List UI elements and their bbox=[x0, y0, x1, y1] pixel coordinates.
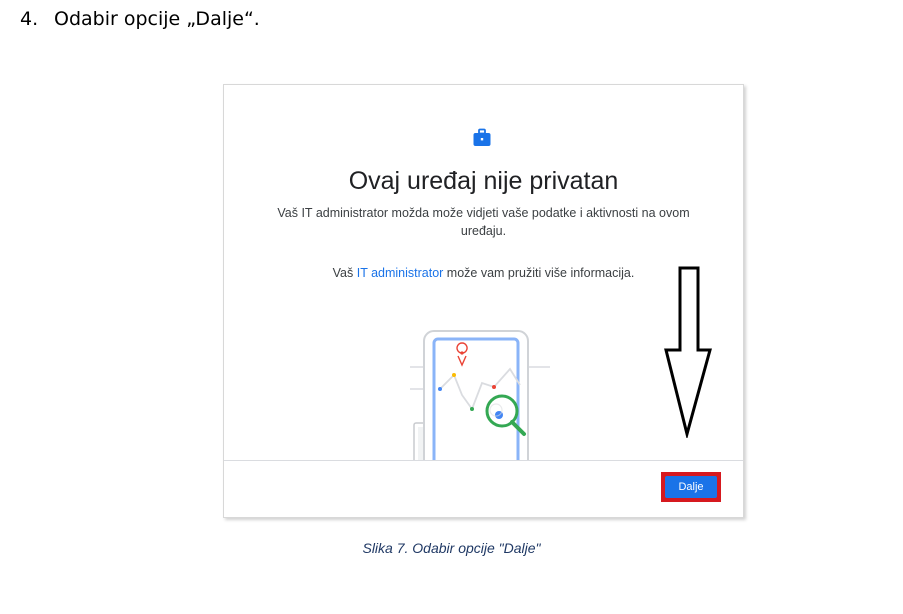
briefcase-icon bbox=[473, 128, 491, 146]
down-arrow-annotation bbox=[664, 266, 712, 438]
figure-caption: Slika 7. Odabir opcije "Dalje" bbox=[362, 540, 541, 556]
info-text-before: Vaš bbox=[332, 266, 357, 280]
step-heading: 4. Odabir opcije „Dalje“. bbox=[20, 8, 260, 30]
phone-map-illustration bbox=[410, 330, 550, 461]
step-text: Odabir opcije „Dalje“. bbox=[54, 8, 260, 30]
footer-divider bbox=[224, 460, 743, 461]
dialog-title: Ovaj uređaj nije privatan bbox=[348, 167, 619, 195]
it-admin-link[interactable]: IT administrator bbox=[357, 266, 444, 280]
next-button-highlight: Dalje bbox=[661, 472, 721, 502]
step-number: 4. bbox=[20, 8, 39, 30]
next-button[interactable]: Dalje bbox=[665, 476, 717, 498]
dialog-description: Vaš IT administrator možda može vidjeti … bbox=[277, 206, 690, 238]
info-text-after: može vam pružiti više informacija. bbox=[443, 266, 635, 280]
